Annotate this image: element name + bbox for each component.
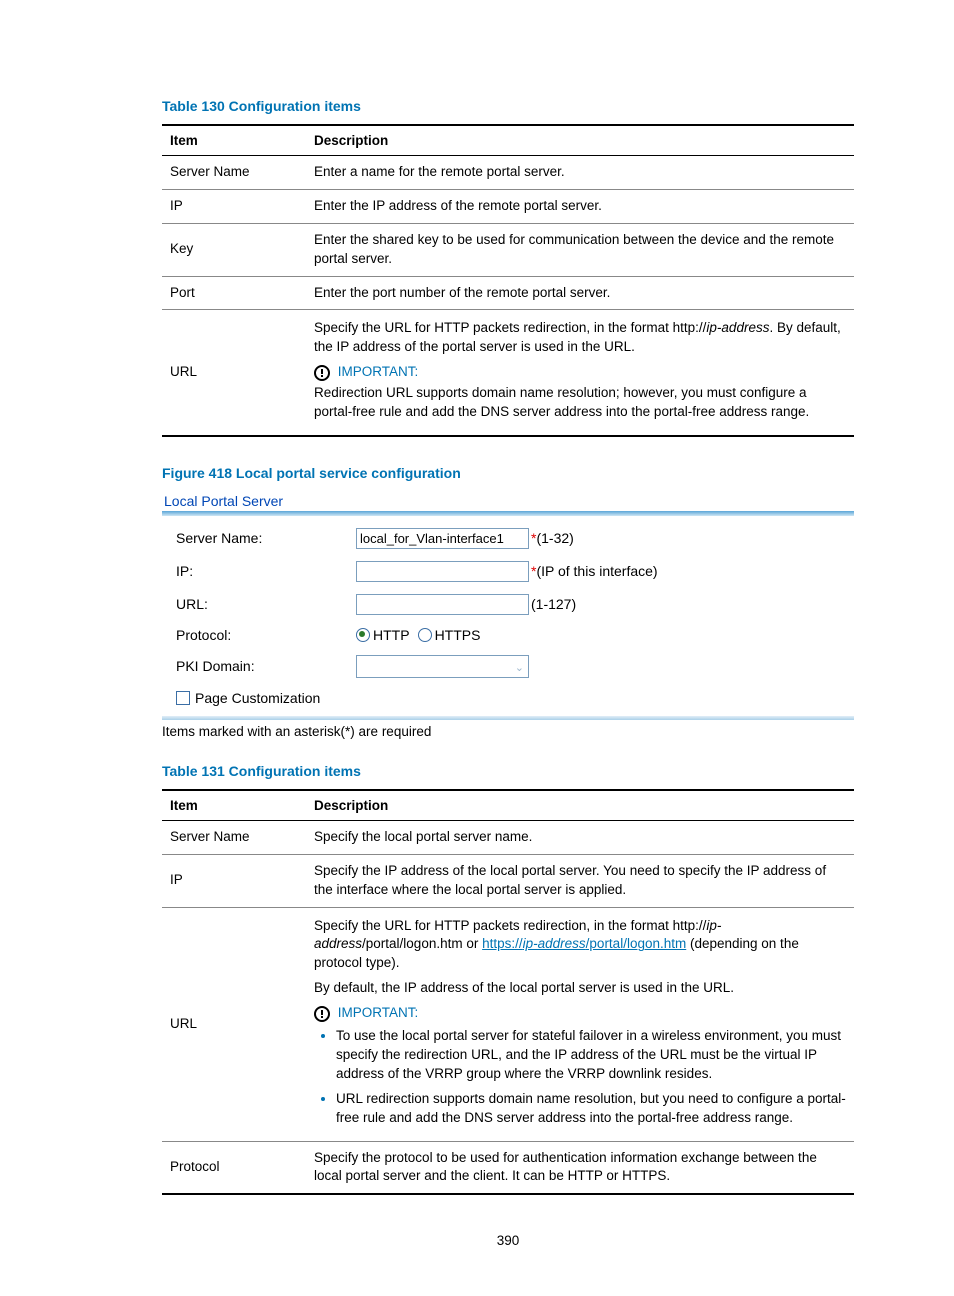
protocol-label: Protocol: bbox=[176, 627, 356, 643]
table-131-title: Table 131 Configuration items bbox=[162, 763, 854, 779]
important-icon bbox=[314, 1006, 330, 1022]
asterisk-footnote: Items marked with an asterisk(*) are req… bbox=[162, 724, 854, 739]
server-name-label: Server Name: bbox=[176, 530, 356, 546]
table-row: Server Name Specify the local portal ser… bbox=[162, 820, 854, 854]
table-130: Item Description Server Name Enter a nam… bbox=[162, 124, 854, 437]
page-number: 390 bbox=[162, 1233, 854, 1248]
important-label: IMPORTANT: bbox=[338, 364, 419, 379]
table-row: IP Specify the IP address of the local p… bbox=[162, 854, 854, 907]
server-name-hint: (1-32) bbox=[536, 530, 573, 546]
table-row: IP Enter the IP address of the remote po… bbox=[162, 189, 854, 223]
protocol-http-radio[interactable] bbox=[356, 628, 370, 642]
table-row: Key Enter the shared key to be used for … bbox=[162, 223, 854, 276]
important-label: IMPORTANT: bbox=[338, 1005, 419, 1020]
pki-label: PKI Domain: bbox=[176, 658, 356, 674]
table-row: URL Specify the URL for HTTP packets red… bbox=[162, 907, 854, 1141]
th-item: Item bbox=[162, 790, 306, 821]
ip-hint: (IP of this interface) bbox=[536, 563, 657, 579]
protocol-https-radio[interactable] bbox=[418, 628, 432, 642]
chevron-down-icon: ⌄ bbox=[515, 661, 524, 674]
th-desc: Description bbox=[306, 790, 854, 821]
table-130-title: Table 130 Configuration items bbox=[162, 98, 854, 114]
local-portal-panel: Local Portal Server Server Name: *(1-32)… bbox=[162, 491, 854, 720]
table-row: Protocol Specify the protocol to be used… bbox=[162, 1141, 854, 1194]
url-desc-text: Specify the URL for HTTP packets redirec… bbox=[314, 320, 706, 335]
panel-title: Local Portal Server bbox=[162, 491, 854, 511]
pki-domain-select[interactable]: ⌄ bbox=[356, 655, 529, 678]
table-row: Server Name Enter a name for the remote … bbox=[162, 156, 854, 190]
th-desc: Description bbox=[306, 125, 854, 156]
page-customization-label: Page Customization bbox=[195, 690, 320, 706]
figure-418-title: Figure 418 Local portal service configur… bbox=[162, 465, 854, 481]
url-label: URL: bbox=[176, 596, 356, 612]
table-131: Item Description Server Name Specify the… bbox=[162, 789, 854, 1195]
protocol-http-text: HTTP bbox=[373, 627, 410, 643]
page-customization-checkbox[interactable] bbox=[176, 691, 190, 705]
table-row: URL Specify the URL for HTTP packets red… bbox=[162, 310, 854, 436]
url-input[interactable] bbox=[356, 594, 529, 615]
url-hint: (1-127) bbox=[531, 596, 576, 612]
list-item: URL redirection supports domain name res… bbox=[336, 1090, 848, 1128]
important-icon bbox=[314, 365, 330, 381]
ip-input[interactable] bbox=[356, 561, 529, 582]
list-item: To use the local portal server for state… bbox=[336, 1027, 848, 1084]
protocol-https-text: HTTPS bbox=[435, 627, 481, 643]
url-important-text: Redirection URL supports domain name res… bbox=[314, 384, 848, 422]
table-row: Port Enter the port number of the remote… bbox=[162, 276, 854, 310]
th-item: Item bbox=[162, 125, 306, 156]
ip-label: IP: bbox=[176, 563, 356, 579]
https-logon-link[interactable]: https://ip-address/portal/logon.htm bbox=[482, 936, 686, 951]
url-desc-ip: ip-address bbox=[706, 320, 769, 335]
server-name-input[interactable] bbox=[356, 528, 529, 549]
